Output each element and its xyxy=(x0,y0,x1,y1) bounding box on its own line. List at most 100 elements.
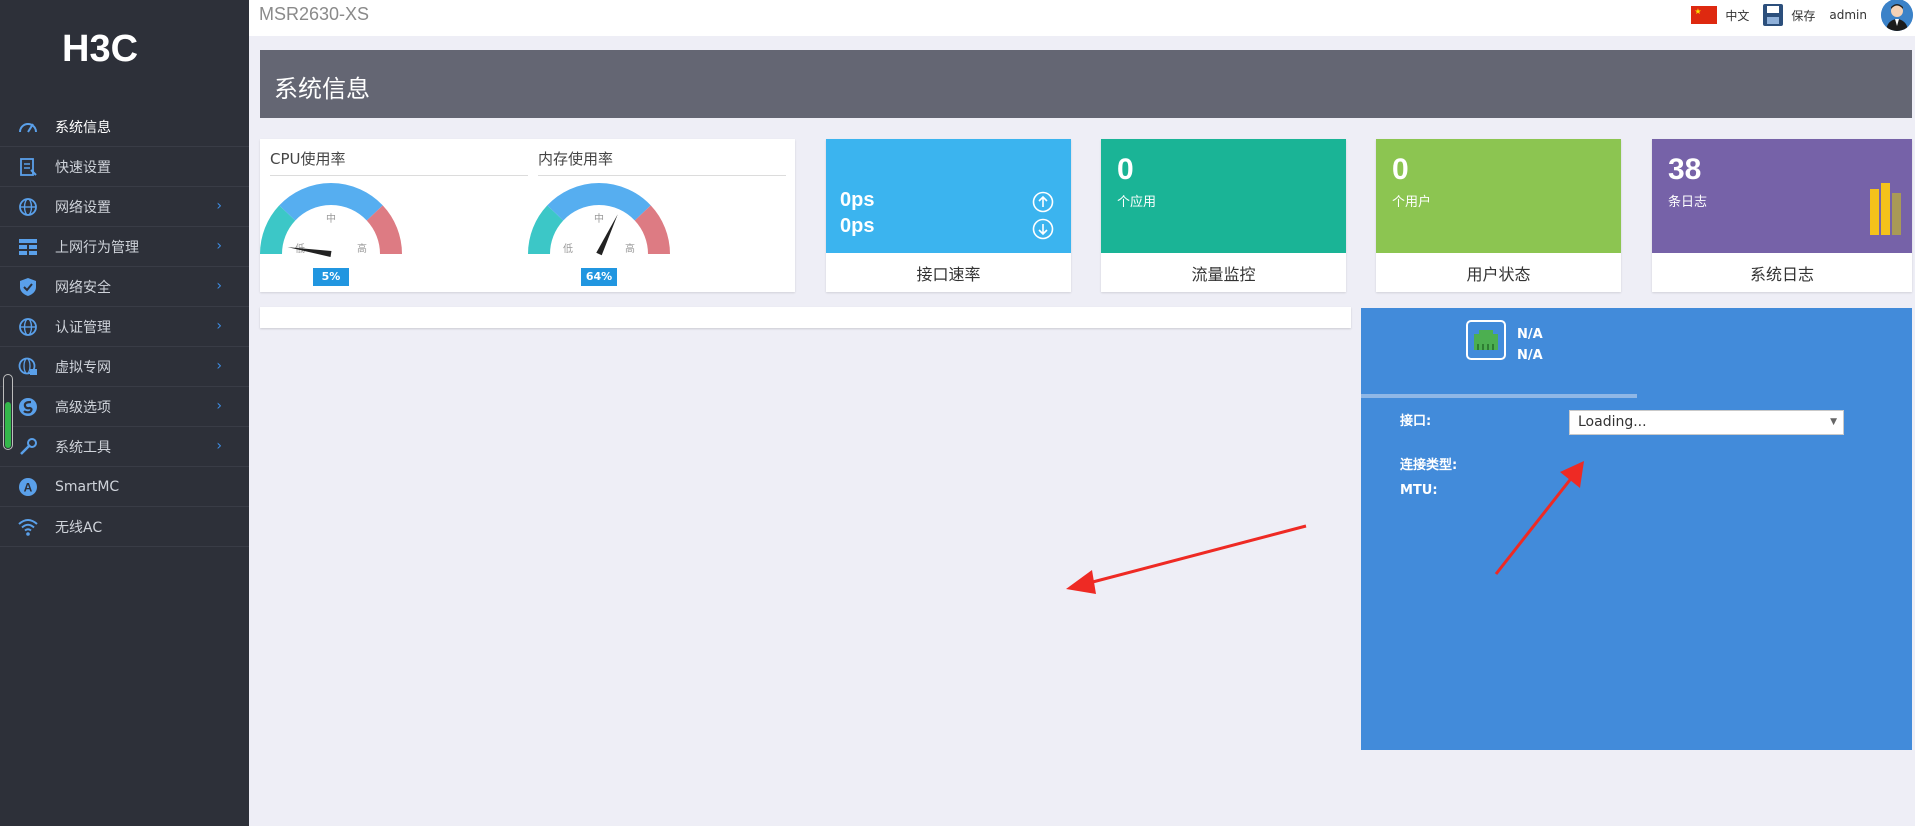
sidebar-item-2[interactable]: 快速设置 xyxy=(0,147,249,187)
download-arrow-icon xyxy=(1032,218,1054,240)
sidebar-item-1[interactable]: 系统信息 xyxy=(0,107,249,147)
app-count-unit: 个应用 xyxy=(1117,195,1157,210)
interface-label: 接口: xyxy=(1400,414,1432,429)
sidebar-item-5[interactable]: 网络安全 › xyxy=(0,267,249,307)
chevron-right-icon: › xyxy=(216,438,222,454)
quick-setup-icon xyxy=(17,156,39,178)
red-arrow-left xyxy=(1066,524,1307,594)
upload-rate: 0ps xyxy=(840,189,875,211)
memory-gauge-arc-1 xyxy=(528,205,564,255)
wifi-icon xyxy=(17,516,39,538)
dropdown-caret-icon: ▼ xyxy=(1830,417,1837,427)
cpu-gauge-arc-2 xyxy=(279,183,383,221)
app-count: 0 xyxy=(1117,153,1134,186)
sidebar-menu: 系统信息 快速设置 网络设置 › 上网行为管理 › 网络安全 › 认证管理 › 虚拟专网 › 高级选项 ›… xyxy=(0,107,249,547)
memory-gauge-title: 内存使用率 xyxy=(538,150,614,168)
shield-icon xyxy=(17,276,39,298)
cpu-gauge-label-high: 高 xyxy=(357,242,367,255)
sidebar-item-label: SmartMC xyxy=(55,478,120,495)
globe-icon xyxy=(17,316,39,338)
memory-gauge-label-mid: 中 xyxy=(594,212,604,225)
usage-gauges-card: CPU使用率 低 中高 5% 内存使用率 低 中高 64% xyxy=(260,139,795,292)
sidebar: H3C 系统信息 快速设置 网络设置 › 上网行为管理 › 网络安全 › 认证管理 › 虚拟专网 › 高… xyxy=(0,0,249,826)
interface-info-panel: N/A N/A 接口: Loading... ▼ 连接类型: MTU: xyxy=(1361,308,1912,750)
avatar[interactable] xyxy=(1881,0,1913,31)
gauge-icon xyxy=(17,116,39,138)
ethernet-port-icon xyxy=(1466,320,1506,360)
cpu-gauge: 低中高 xyxy=(260,183,402,257)
system-log-label: 系统日志 xyxy=(1749,265,1814,284)
chevron-right-icon: › xyxy=(216,358,222,374)
sidebar-item-label: 网络安全 xyxy=(55,279,111,296)
sidebar-item-3[interactable]: 网络设置 › xyxy=(0,187,249,227)
sidebar-item-6[interactable]: 认证管理 › xyxy=(0,307,249,347)
sidebar-scrollbar[interactable] xyxy=(3,374,13,450)
sidebar-item-label: 网络设置 xyxy=(55,199,111,216)
sidebar-item-8[interactable]: 高级选项 › xyxy=(0,387,249,427)
sidebar-item-label: 快速设置 xyxy=(55,159,111,176)
h3c-logo[interactable]: H3C xyxy=(62,30,186,64)
cpu-usage-badge: 5% xyxy=(313,268,349,286)
user-status-label: 用户状态 xyxy=(1466,265,1531,284)
memory-gauge: 低 中高 xyxy=(528,183,670,256)
memory-gauge-arc-3 xyxy=(634,205,670,255)
sidebar-item-label: 无线AC xyxy=(55,519,103,536)
download-rate: 0ps xyxy=(840,215,875,237)
sidebar-item-10[interactable]: A SmartMC xyxy=(0,467,249,507)
user-status-card[interactable]: 0 个用户 用户状态 xyxy=(1376,139,1621,292)
cpu-gauge-arc-3 xyxy=(366,205,402,255)
sidebar-item-label: 认证管理 xyxy=(55,319,111,336)
memory-gauge-label-high: 高 xyxy=(625,242,635,255)
sidebar-item-9[interactable]: 系统工具 › xyxy=(0,427,249,467)
top-bar: MSR2630-XS ★ 中文 保存 admin xyxy=(249,0,1915,36)
svg-text:A: A xyxy=(24,480,33,494)
save-button[interactable]: 保存 xyxy=(1791,7,1815,24)
log-count: 38 xyxy=(1668,153,1702,186)
mtu-label: MTU: xyxy=(1400,483,1438,498)
grid-icon xyxy=(17,236,39,258)
sidebar-item-4[interactable]: 上网行为管理 › xyxy=(0,227,249,267)
chevron-right-icon: › xyxy=(216,318,222,334)
smartmc-icon: A xyxy=(17,476,39,498)
china-flag-icon[interactable]: ★ xyxy=(1691,6,1718,24)
log-bars-icon xyxy=(1870,183,1901,235)
chevron-right-icon: › xyxy=(216,398,222,414)
sidebar-item-7[interactable]: 虚拟专网 › xyxy=(0,347,249,387)
device-model: MSR2630-XS xyxy=(259,4,370,24)
sidebar-item-label: 系统信息 xyxy=(55,119,111,136)
connection-type-label: 连接类型: xyxy=(1400,458,1458,473)
globe-icon xyxy=(17,196,39,218)
svg-text:H3C: H3C xyxy=(62,30,138,64)
content-panel xyxy=(260,307,1351,328)
advanced-icon xyxy=(17,396,39,418)
interface-rate-label: 接口速率 xyxy=(916,265,981,284)
cpu-gauge-arc-1 xyxy=(260,205,296,255)
top-right-toolbar: ★ 中文 保存 admin xyxy=(1691,0,1915,31)
vpn-globe-icon xyxy=(17,356,39,378)
log-count-unit: 条日志 xyxy=(1668,195,1708,210)
language-selector[interactable]: 中文 xyxy=(1725,7,1749,24)
interface-select-value: Loading... xyxy=(1578,414,1647,430)
system-log-card[interactable]: 38 条日志 系统日志 xyxy=(1652,139,1912,292)
interface-rate-card[interactable]: 0ps 0ps 接口速率 xyxy=(826,139,1071,292)
upload-arrow-icon xyxy=(1032,191,1054,213)
port-status-primary: N/A xyxy=(1517,327,1543,342)
save-icon[interactable] xyxy=(1763,4,1784,26)
page-header: 系统信息 xyxy=(260,50,1912,118)
cpu-gauge-label-mid: 中 xyxy=(326,212,336,225)
cpu-gauge-title: CPU使用率 xyxy=(270,150,346,168)
chevron-right-icon: › xyxy=(216,238,222,254)
traffic-monitor-card[interactable]: 0 个应用 流量监控 xyxy=(1101,139,1346,292)
chevron-right-icon: › xyxy=(216,278,222,294)
user-count-unit: 个用户 xyxy=(1392,195,1432,210)
sidebar-item-label: 系统工具 xyxy=(55,439,111,456)
traffic-monitor-label: 流量监控 xyxy=(1191,265,1256,284)
interface-select[interactable]: Loading... ▼ xyxy=(1569,410,1844,435)
username[interactable]: admin xyxy=(1829,8,1867,22)
sidebar-item-label: 高级选项 xyxy=(55,399,111,416)
sidebar-item-label: 虚拟专网 xyxy=(55,359,111,376)
user-count: 0 xyxy=(1392,153,1409,186)
sidebar-item-label: 上网行为管理 xyxy=(55,239,139,256)
memory-gauge-label-low: 低 xyxy=(563,242,573,255)
sidebar-item-11[interactable]: 无线AC xyxy=(0,507,249,547)
